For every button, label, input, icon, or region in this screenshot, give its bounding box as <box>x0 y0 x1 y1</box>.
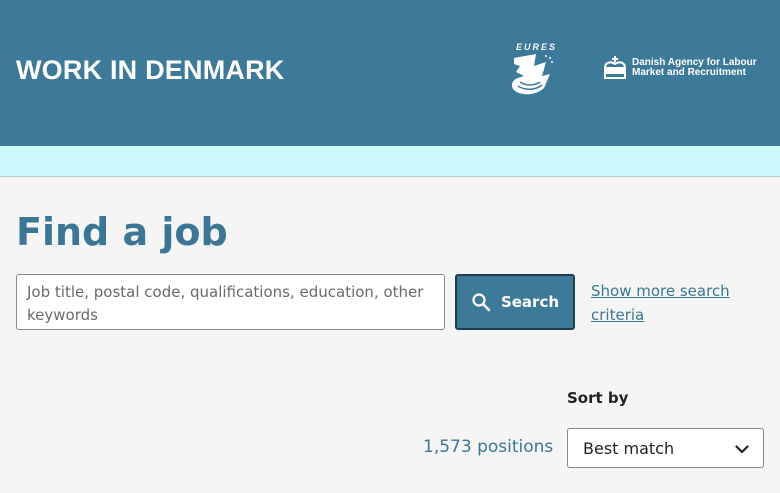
search-field-wrapper <box>16 274 445 330</box>
agency-name-line2: Market and Recruitment <box>632 67 746 78</box>
eures-logo[interactable]: EURES <box>506 42 560 100</box>
results-count: 1,573 positions <box>423 437 554 457</box>
site-header: WORK IN DENMARK EURES Danish Agency for … <box>0 0 780 146</box>
show-more-criteria-link[interactable]: Show more search criteria <box>591 279 741 327</box>
search-button-label: Search <box>500 293 560 311</box>
crown-icon <box>603 56 627 79</box>
site-logo-text[interactable]: WORK IN DENMARK <box>16 55 284 86</box>
sort-dropdown[interactable]: Best match <box>567 428 764 468</box>
search-button[interactable]: Search <box>455 274 575 330</box>
search-input[interactable] <box>17 275 444 329</box>
sort-label: Sort by <box>567 389 629 407</box>
subheader-band <box>0 146 780 177</box>
chevron-down-icon <box>735 439 749 458</box>
eures-swan-icon <box>511 54 553 95</box>
page-title: Find a job <box>16 210 228 254</box>
sort-selected-value: Best match <box>583 438 675 458</box>
agency-logo[interactable]: Danish Agency for Labour Market and Recr… <box>602 56 757 80</box>
eures-label: EURES <box>516 42 558 52</box>
magnifier-icon <box>471 292 491 312</box>
